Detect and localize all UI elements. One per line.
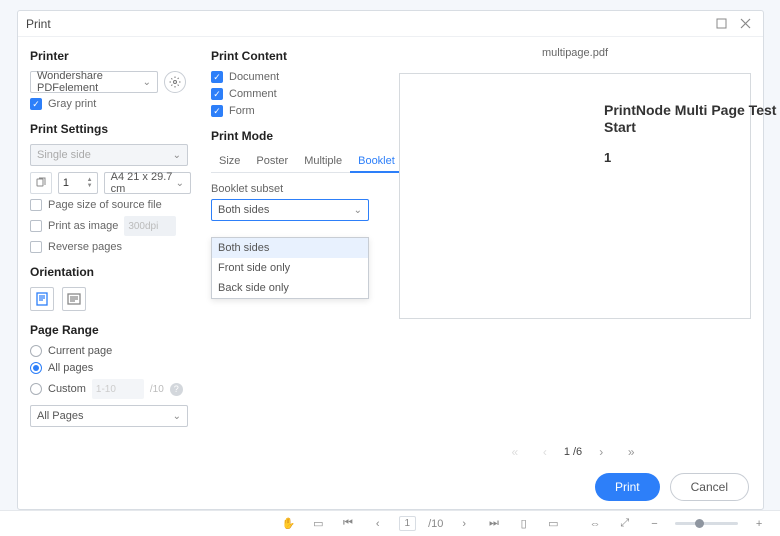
fit-page-icon[interactable]: ⤢ [616,515,634,533]
booklet-subset-label: Booklet subset [211,183,371,195]
all-pages-radio[interactable]: All pages [30,362,191,374]
custom-range-input[interactable]: 1-10 [92,379,144,399]
close-button[interactable] [735,14,755,34]
info-icon[interactable]: ? [170,383,183,396]
sides-select[interactable]: Single side ⌄ [30,144,188,166]
chevron-down-icon: ⌄ [173,411,181,422]
middle-panel: Print Content Document Comment Form Prin… [203,37,379,467]
form-checkbox[interactable]: Form [211,105,371,117]
booklet-subset-select[interactable]: Both sides ⌄ [211,199,369,221]
paper-size-select[interactable]: A4 21 x 29.7 cm ⌄ [104,172,191,194]
chevron-down-icon: ⌄ [176,178,184,189]
print-content-section-title: Print Content [211,49,371,63]
toolbar-page-total: /10 [428,518,443,530]
dpi-input: 300dpi [124,216,176,236]
booklet-subset-dropdown: Both sides Front side only Back side onl… [211,237,369,299]
copies-input[interactable]: 1 ▲▼ [58,172,98,194]
zoom-in-icon[interactable]: + [750,515,768,533]
preview-page-number: 1 [604,150,780,165]
orientation-landscape-button[interactable] [62,287,86,311]
pager-next-button[interactable]: › [590,441,612,463]
dialog-footer: Print Cancel [595,473,749,501]
reverse-pages-checkbox[interactable]: Reverse pages [30,241,191,253]
toolbar-first-icon[interactable]: ⏮ [339,515,357,533]
chevron-down-icon: ⌄ [173,150,181,161]
booklet-option-back[interactable]: Back side only [212,278,368,298]
orientation-section-title: Orientation [30,265,191,279]
chevron-down-icon: ⌄ [143,77,151,88]
copies-down-icon[interactable]: ▼ [87,183,93,189]
print-button[interactable]: Print [595,473,660,501]
preview-page: PrintNode Multi Page Test Start 1 [399,73,751,319]
page-range-section-title: Page Range [30,323,191,337]
toolbar-last-icon[interactable]: ⏭ [485,515,503,533]
copies-icon [30,172,52,194]
app-toolbar: ✋ ▭ ⏮ ‹ 1 /10 › ⏭ ▯ ▭ ⇔ ⤢ − + [0,510,780,536]
zoom-slider[interactable] [675,522,738,525]
title-bar: Print [18,11,763,37]
zoom-out-icon[interactable]: − [646,515,664,533]
print-settings-section-title: Print Settings [30,122,191,136]
comment-checkbox[interactable]: Comment [211,88,371,100]
maximize-button[interactable] [711,14,731,34]
select-tool-icon[interactable]: ▭ [309,515,327,533]
gray-print-checkbox[interactable]: Gray print [30,98,191,110]
printer-section-title: Printer [30,49,191,63]
range-total: /10 [150,384,164,395]
tab-multiple[interactable]: Multiple [296,151,350,172]
print-as-image-checkbox[interactable]: Print as image 300dpi [30,216,191,236]
preview-page-title: PrintNode Multi Page Test Start [604,102,780,136]
document-checkbox[interactable]: Document [211,71,371,83]
dialog-title: Print [26,17,51,31]
preview-pager: « ‹ 1 /6 › » [379,441,767,463]
print-mode-tabs: Size Poster Multiple Booklet [211,151,371,173]
toolbar-prev-icon[interactable]: ‹ [369,515,387,533]
custom-range-radio[interactable]: Custom 1-10 /10 ? [30,379,191,399]
print-mode-section-title: Print Mode [211,129,371,143]
page-size-source-checkbox[interactable]: Page size of source file [30,199,191,211]
toolbar-single-page-icon[interactable]: ▯ [515,515,533,533]
pager-last-button[interactable]: » [620,441,642,463]
cancel-button[interactable]: Cancel [670,473,749,501]
current-page-radio[interactable]: Current page [30,345,191,357]
toolbar-page-input[interactable]: 1 [399,516,417,531]
toolbar-next-icon[interactable]: › [455,515,473,533]
printer-settings-button[interactable] [164,71,186,93]
tab-size[interactable]: Size [211,151,248,172]
hand-tool-icon[interactable]: ✋ [280,515,298,533]
booklet-option-front[interactable]: Front side only [212,258,368,278]
pager-prev-button[interactable]: ‹ [534,441,556,463]
booklet-option-both[interactable]: Both sides [212,238,368,258]
page-subset-select[interactable]: All Pages ⌄ [30,405,188,427]
chevron-down-icon: ⌄ [354,205,362,216]
tab-poster[interactable]: Poster [248,151,296,172]
left-panel: Printer Wondershare PDFelement ⌄ Gray pr… [18,37,203,467]
toolbar-two-page-icon[interactable]: ▭ [545,515,563,533]
printer-select[interactable]: Wondershare PDFelement ⌄ [30,71,158,93]
pager-first-button[interactable]: « [504,441,526,463]
fit-width-icon[interactable]: ⇔ [586,515,604,533]
orientation-portrait-button[interactable] [30,287,54,311]
print-dialog: Print Printer Wondershare PDFelement ⌄ [17,10,764,510]
preview-filename: multipage.pdf [399,47,751,59]
preview-panel: multipage.pdf PrintNode Multi Page Test … [379,37,767,467]
